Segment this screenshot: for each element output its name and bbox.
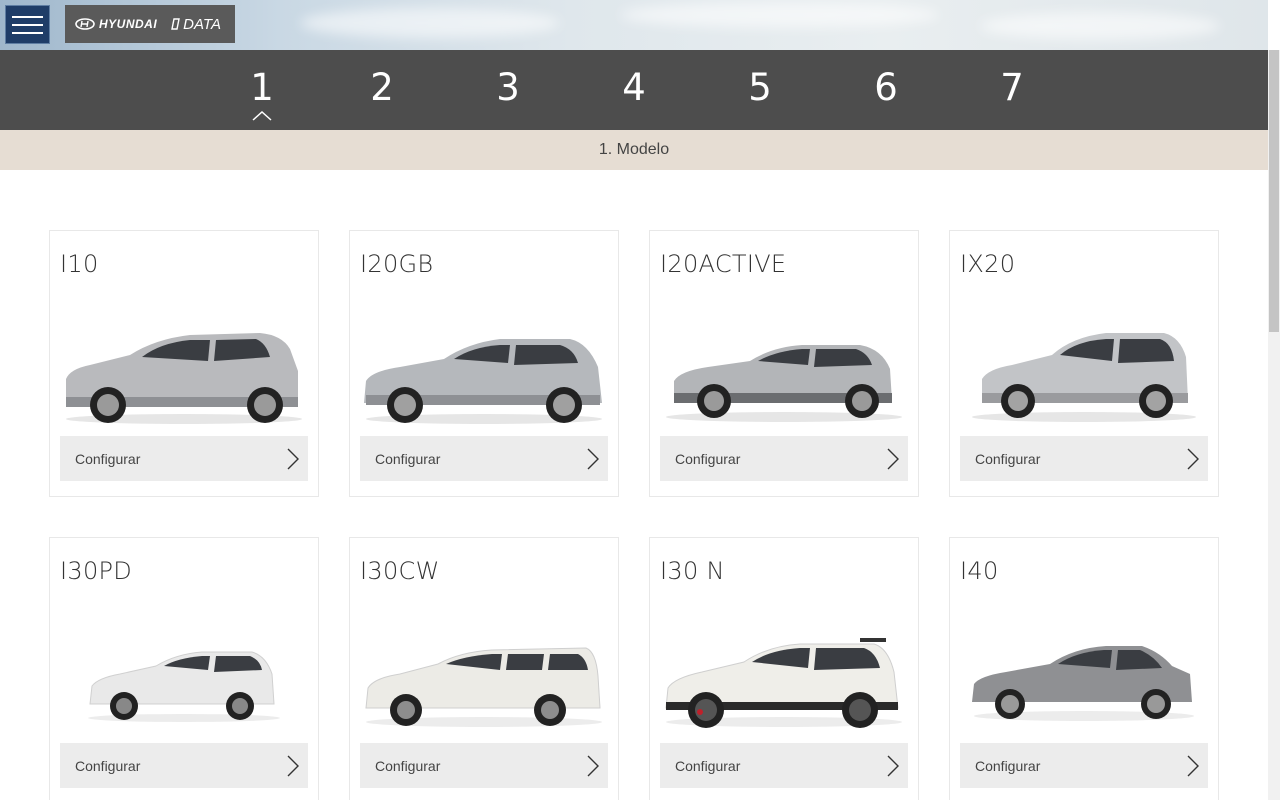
configure-button[interactable]: Configurar: [660, 436, 908, 481]
car-image-i10: [66, 333, 302, 424]
model-name: I40: [960, 557, 999, 585]
configure-button[interactable]: Configurar: [60, 436, 308, 481]
model-name: IX20: [960, 250, 1016, 278]
configure-label: Configurar: [975, 757, 1041, 774]
model-name: I30CW: [360, 557, 440, 585]
car-image-i30n: [665, 638, 902, 728]
model-card-i10: I10 Configurar: [49, 230, 319, 497]
chevron-right-icon: [1187, 448, 1199, 470]
model-card-i30n: I30 N Configurar: [649, 537, 919, 800]
configure-label: Configurar: [75, 450, 141, 467]
model-card-i20gb: I20GB Configurar: [349, 230, 619, 497]
car-image-i20active: [666, 345, 902, 422]
configure-button[interactable]: Configurar: [360, 743, 608, 788]
configure-button[interactable]: Configurar: [660, 743, 908, 788]
configure-button[interactable]: Configurar: [960, 743, 1208, 788]
chevron-right-icon: [587, 448, 599, 470]
chevron-right-icon: [287, 448, 299, 470]
configure-button[interactable]: Configurar: [60, 743, 308, 788]
model-name: I30 N: [660, 557, 725, 585]
configure-button[interactable]: Configurar: [360, 436, 608, 481]
model-card-i20active: I20ACTIVE Configurar: [649, 230, 919, 497]
model-grid: I10 Configurar I20GB Configurar I20ACTIV…: [0, 0, 1268, 800]
configure-label: Configurar: [375, 757, 441, 774]
car-image-i40: [972, 646, 1194, 721]
model-name: I30PD: [60, 557, 133, 585]
chevron-right-icon: [587, 755, 599, 777]
car-image-i20gb: [364, 339, 602, 424]
model-card-i40: I40 Configurar: [949, 537, 1219, 800]
car-image-i30cw: [365, 647, 602, 727]
model-card-i30cw: I30CW Configurar: [349, 537, 619, 800]
chevron-right-icon: [287, 755, 299, 777]
configure-label: Configurar: [75, 757, 141, 774]
model-name: I20ACTIVE: [660, 250, 787, 278]
configure-label: Configurar: [675, 450, 741, 467]
configure-label: Configurar: [975, 450, 1041, 467]
model-card-i30pd: I30PD Configurar: [49, 537, 319, 800]
car-image-i30pd: [88, 651, 280, 722]
chevron-right-icon: [887, 755, 899, 777]
car-image-ix20: [972, 333, 1196, 422]
scrollbar-thumb[interactable]: [1269, 50, 1279, 332]
configure-label: Configurar: [375, 450, 441, 467]
configure-button[interactable]: Configurar: [960, 436, 1208, 481]
configure-label: Configurar: [675, 757, 741, 774]
chevron-right-icon: [887, 448, 899, 470]
model-name: I10: [60, 250, 99, 278]
model-card-ix20: IX20 Configurar: [949, 230, 1219, 497]
model-name: I20GB: [360, 250, 434, 278]
chevron-right-icon: [1187, 755, 1199, 777]
